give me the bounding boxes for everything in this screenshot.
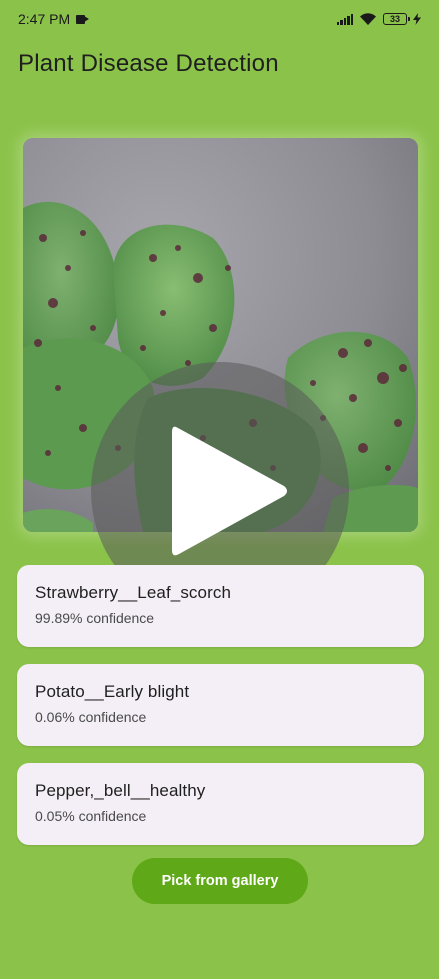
result-label: Pepper,_bell__healthy xyxy=(35,781,206,800)
signal-icon xyxy=(336,13,353,25)
result-label: Strawberry__Leaf_scorch xyxy=(35,583,232,602)
result-confidence: 0.05% confidence xyxy=(35,808,147,824)
app-title: Plant Disease Detection xyxy=(18,50,279,77)
status-right: 33 xyxy=(336,12,421,26)
result-card: Pepper,_bell__healthy 0.05% confidence xyxy=(17,763,424,845)
video-camera-icon xyxy=(76,14,90,24)
result-label: Potato__Early blight xyxy=(35,682,190,701)
result-confidence: 0.06% confidence xyxy=(35,709,147,725)
pick-from-gallery-button[interactable]: Pick from gallery xyxy=(132,858,308,904)
charging-icon xyxy=(413,13,421,25)
battery-level: 33 xyxy=(389,14,400,24)
wifi-icon xyxy=(360,13,376,25)
status-bar: 2:47 PM 33 xyxy=(0,0,439,38)
status-left: 2:47 PM xyxy=(18,11,90,27)
result-card: Potato__Early blight 0.06% confidence xyxy=(17,664,424,746)
battery-icon: 33 xyxy=(383,13,410,25)
status-time: 2:47 PM xyxy=(18,11,71,27)
result-card: Strawberry__Leaf_scorch 99.89% confidenc… xyxy=(17,565,424,647)
result-confidence: 99.89% confidence xyxy=(35,610,155,626)
play-icon xyxy=(172,426,287,556)
